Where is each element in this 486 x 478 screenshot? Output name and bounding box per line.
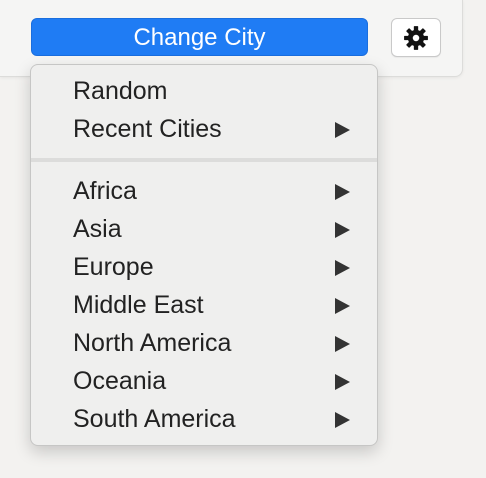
chevron-right-icon <box>335 122 350 138</box>
menu-item-recent-cities[interactable]: Recent Cities <box>31 110 377 148</box>
menu-item-label: Europe <box>73 253 154 281</box>
chevron-right-icon <box>335 374 350 390</box>
menu-item-label: Asia <box>73 215 122 243</box>
menu-item-south-america[interactable]: South America <box>31 400 377 438</box>
gear-icon <box>403 25 429 51</box>
settings-button[interactable] <box>391 18 441 57</box>
menu-item-africa[interactable]: Africa <box>31 172 377 210</box>
change-city-menu: Random Recent Cities Africa Asia Europe … <box>30 64 378 446</box>
menu-item-label: South America <box>73 405 236 433</box>
menu-item-label: Recent Cities <box>73 115 222 143</box>
chevron-right-icon <box>335 298 350 314</box>
menu-item-label: Oceania <box>73 367 167 395</box>
menu-item-north-america[interactable]: North America <box>31 324 377 362</box>
menu-item-middle-east[interactable]: Middle East <box>31 286 377 324</box>
menu-item-asia[interactable]: Asia <box>31 210 377 248</box>
chevron-right-icon <box>335 412 350 428</box>
change-city-button[interactable]: Change City <box>31 18 368 56</box>
menu-item-label: Middle East <box>73 291 204 319</box>
menu-item-oceania[interactable]: Oceania <box>31 362 377 400</box>
menu-item-label: Africa <box>73 177 137 205</box>
menu-item-label: North America <box>73 329 232 357</box>
menu-item-europe[interactable]: Europe <box>31 248 377 286</box>
chevron-right-icon <box>335 336 350 352</box>
chevron-right-icon <box>335 260 350 276</box>
menu-item-random[interactable]: Random <box>31 72 377 110</box>
menu-separator <box>31 158 377 162</box>
chevron-right-icon <box>335 222 350 238</box>
menu-item-label: Random <box>73 77 168 105</box>
chevron-right-icon <box>335 184 350 200</box>
